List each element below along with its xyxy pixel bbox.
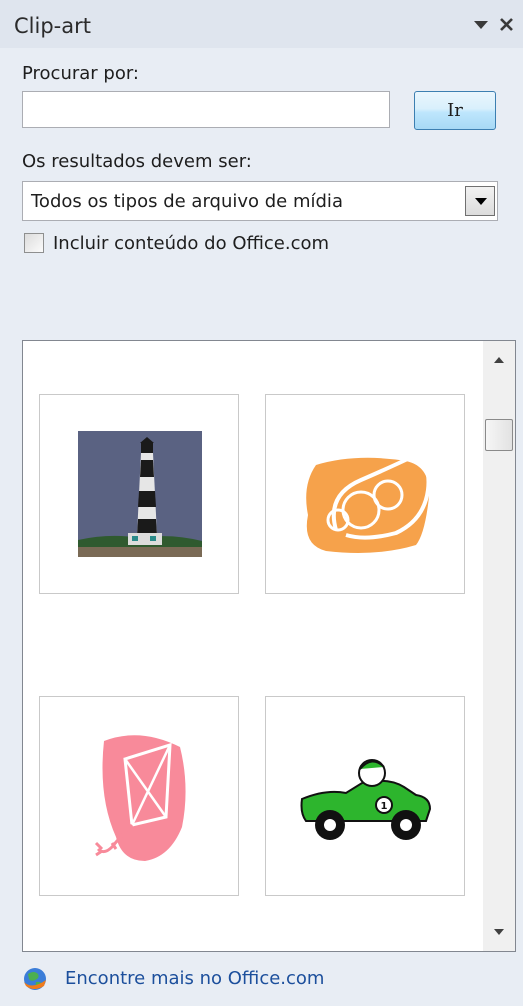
scroll-down-button[interactable]: [483, 915, 515, 951]
clip-art-result-cornucopia[interactable]: [265, 394, 465, 594]
go-button[interactable]: Ir: [414, 91, 496, 130]
kite-clipart: [94, 735, 186, 861]
results-scrollbar[interactable]: [483, 341, 515, 951]
scrollbar-thumb[interactable]: [485, 419, 513, 451]
results-filter-label: Os resultados devem ser:: [22, 151, 252, 172]
scroll-up-button[interactable]: [483, 341, 515, 377]
pane-options-button[interactable]: [470, 12, 492, 36]
pane-title-bar: Clip-art: [0, 0, 523, 48]
race-car-clipart: 1: [300, 759, 432, 840]
office-content-checkbox[interactable]: [24, 233, 44, 253]
search-input[interactable]: [22, 91, 390, 128]
cornucopia-clipart: [306, 431, 431, 553]
clip-art-result-lighthouse[interactable]: [39, 394, 239, 594]
find-more-office-label: Encontre mais no Office.com: [65, 968, 325, 989]
svg-text:1: 1: [381, 801, 388, 812]
dropdown-arrow-button[interactable]: [465, 186, 495, 216]
clip-art-result-race-car[interactable]: 1: [265, 696, 465, 896]
office-globe-icon: [24, 968, 46, 990]
clip-art-task-pane: Clip-art Procurar por: Ir Os resultados …: [0, 0, 523, 1006]
clip-art-result-kite[interactable]: [39, 696, 239, 896]
media-type-selected: Todos os tipos de arquivo de mídia: [31, 191, 343, 212]
dropdown-arrow-icon: [474, 21, 488, 29]
pane-close-button[interactable]: [496, 12, 518, 36]
media-type-dropdown[interactable]: Todos os tipos de arquivo de mídia: [22, 181, 498, 221]
lighthouse-clipart: [78, 431, 202, 557]
clip-art-results-panel: 1: [22, 340, 516, 952]
office-content-label: Incluir conteúdo do Office.com: [53, 233, 330, 254]
search-label: Procurar por:: [22, 63, 139, 84]
close-icon: [500, 18, 513, 31]
pane-title: Clip-art: [14, 14, 91, 38]
